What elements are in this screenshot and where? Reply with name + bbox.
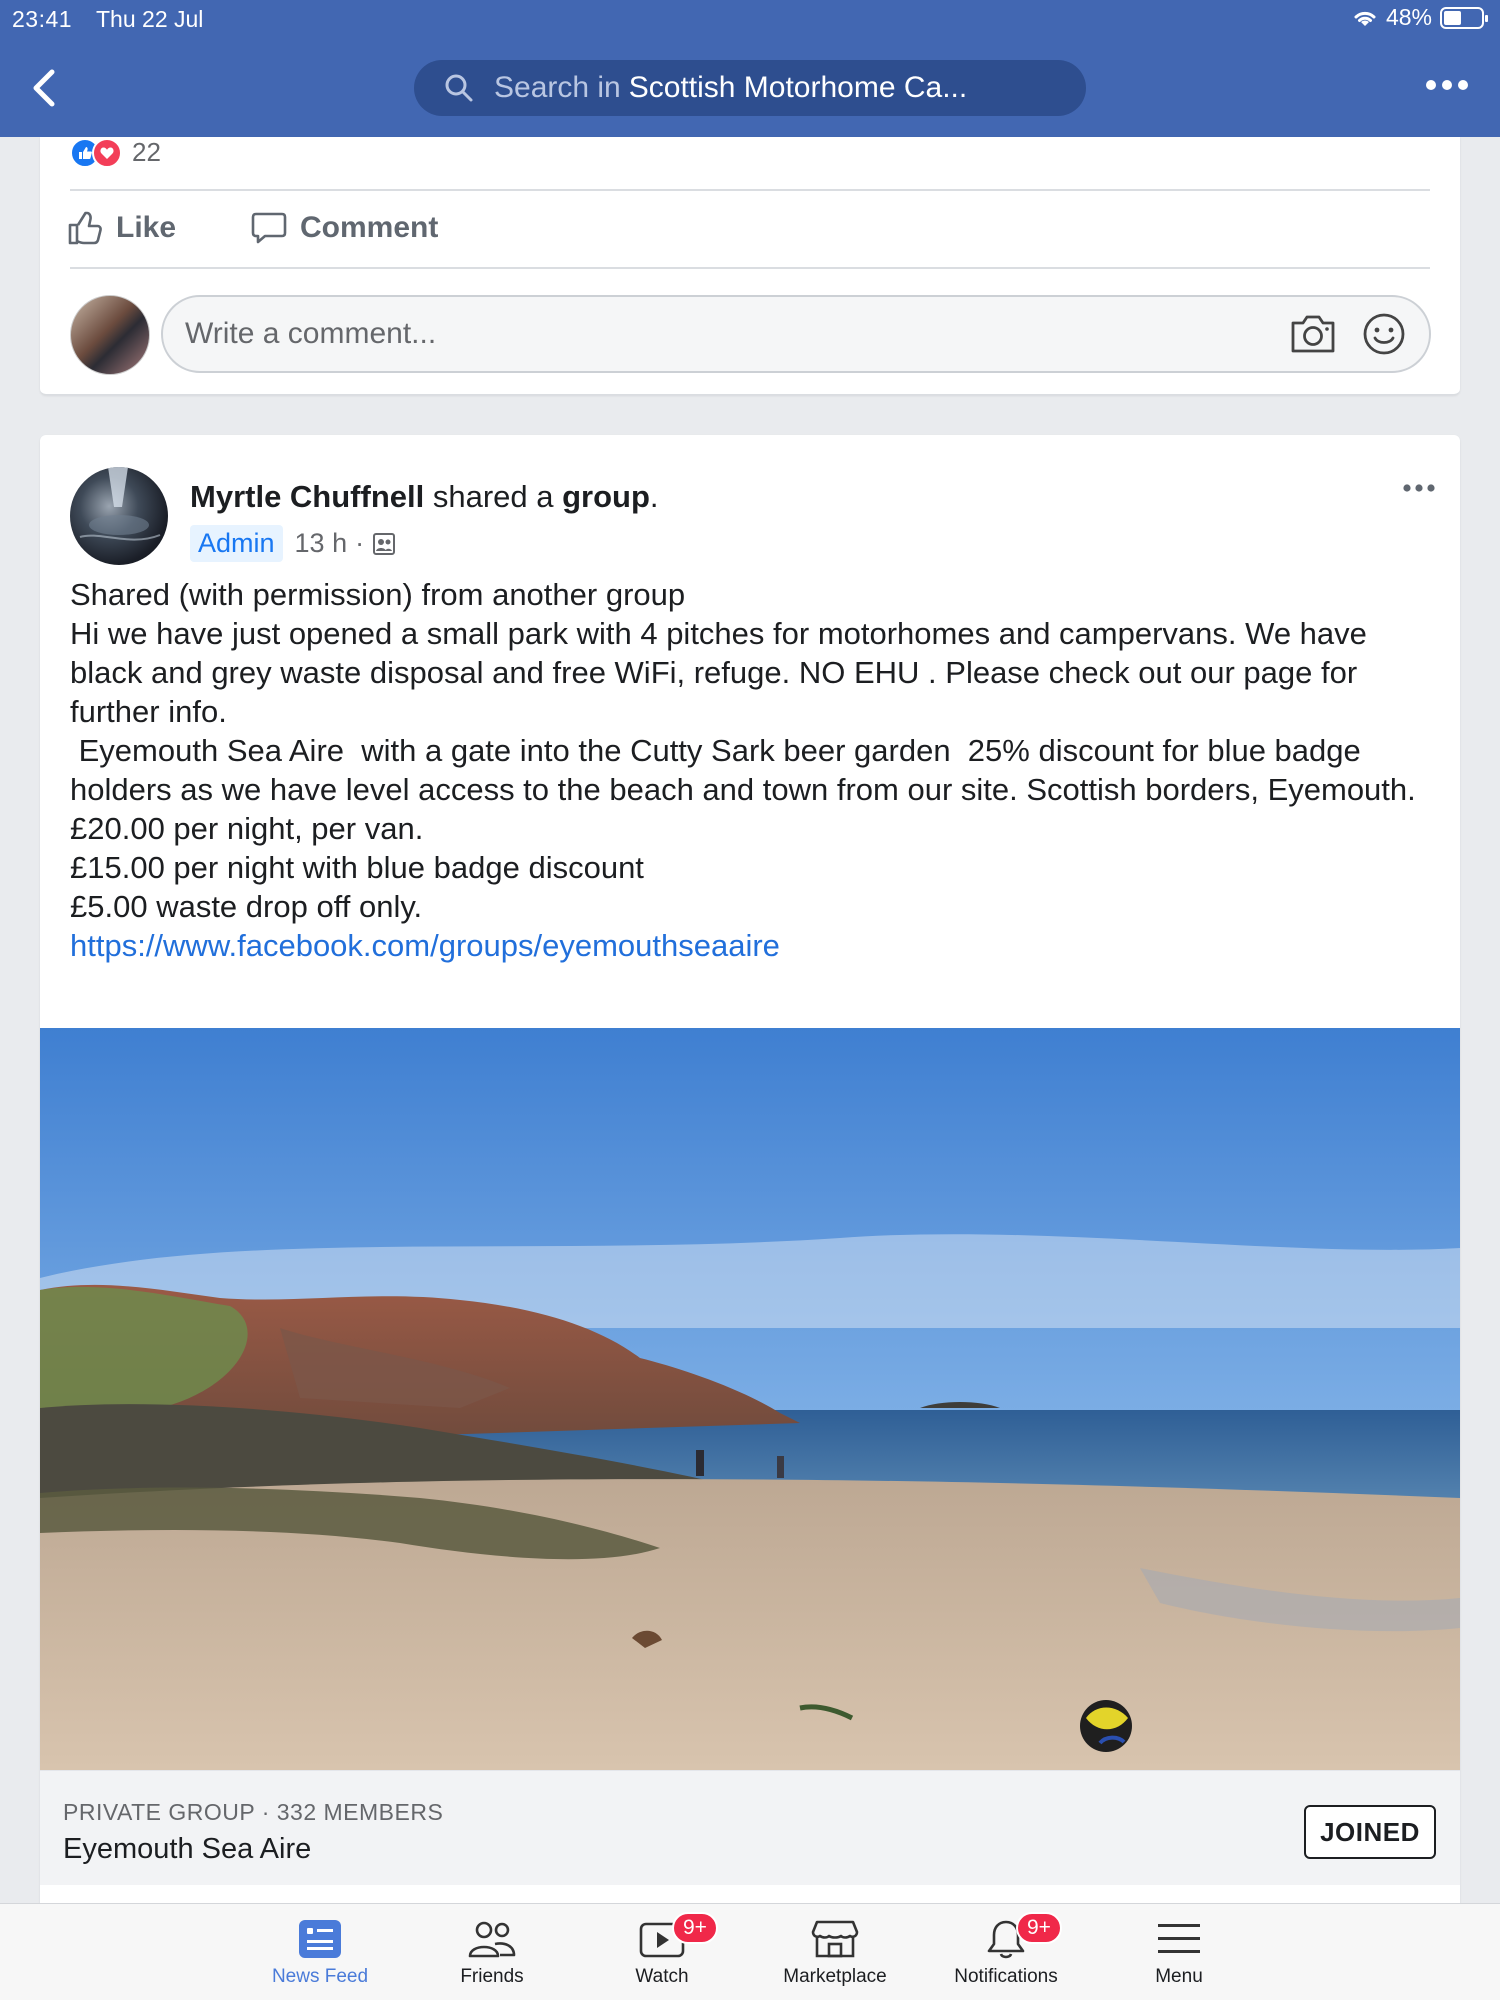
post-body: Shared (with permission) from another gr… xyxy=(70,575,1440,965)
search-icon xyxy=(445,74,473,102)
post-meta: Admin 13 h · xyxy=(190,525,396,562)
tab-label: News Feed xyxy=(271,1966,369,1987)
tab-notifications[interactable]: 9+ Notifications xyxy=(926,1912,1086,1988)
thumbs-up-icon xyxy=(68,211,102,245)
tab-label: Marketplace xyxy=(783,1966,887,1987)
top-navigation-bar: 23:41 Thu 22 Jul 48% Search in Scottish … xyxy=(0,0,1500,137)
meta-separator: · xyxy=(355,528,365,558)
reaction-summary[interactable]: 22 xyxy=(70,137,161,168)
admin-badge: Admin xyxy=(190,525,283,562)
divider xyxy=(70,267,1430,269)
menu-icon xyxy=(1158,1924,1200,1953)
tab-label: Friends xyxy=(460,1966,524,1987)
emoji-icon[interactable] xyxy=(1361,311,1407,357)
post-time[interactable]: 13 h xyxy=(295,528,348,559)
wifi-icon xyxy=(1354,11,1376,26)
author-avatar[interactable] xyxy=(70,467,168,565)
tab-watch[interactable]: 9+ Watch xyxy=(582,1912,742,1988)
search-group-name: Scottish Motorhome Ca... xyxy=(628,71,968,104)
battery-percent: 48% xyxy=(1385,4,1432,30)
shared-action-text: shared a xyxy=(424,479,563,514)
news-feed-icon xyxy=(299,1920,341,1958)
status-date: Thu 22 Jul xyxy=(96,6,204,32)
camera-icon[interactable] xyxy=(1289,311,1337,357)
battery-icon xyxy=(1440,6,1488,29)
write-comment-input[interactable]: Write a comment... xyxy=(161,295,1431,373)
tab-marketplace[interactable]: Marketplace xyxy=(755,1918,915,1988)
current-user-avatar[interactable] xyxy=(70,295,150,375)
status-time: 23:41 xyxy=(12,6,73,32)
search-prefix: Search in xyxy=(494,71,621,104)
shared-object-link[interactable]: group xyxy=(562,479,650,514)
group-privacy-members: PRIVATE GROUP · 332 MEMBERS xyxy=(63,1799,444,1825)
more-options-icon[interactable] xyxy=(1424,78,1470,92)
post-options-icon[interactable] xyxy=(1402,483,1436,493)
notifications-badge: 9+ xyxy=(1016,1912,1062,1944)
group-audience-icon xyxy=(373,532,396,555)
tab-label: Watch xyxy=(635,1966,689,1987)
group-search-input[interactable]: Search in Scottish Motorhome Ca... xyxy=(414,60,1086,116)
tab-news-feed[interactable]: News Feed xyxy=(240,1918,400,1988)
love-reaction-icon xyxy=(92,137,122,168)
author-name[interactable]: Myrtle Chuffnell xyxy=(190,479,424,514)
comment-button[interactable]: Comment xyxy=(250,209,438,247)
post-body-text: Shared (with permission) from another gr… xyxy=(70,577,1416,924)
tab-friends[interactable]: Friends xyxy=(412,1918,572,1988)
watch-badge: 9+ xyxy=(672,1912,718,1944)
previous-post-card: 22 Like Comment Write a comment... xyxy=(40,137,1460,395)
divider xyxy=(70,189,1430,191)
like-label: Like xyxy=(116,211,177,244)
tab-label: Menu xyxy=(1155,1966,1203,1987)
bottom-tab-bar: News Feed Friends 9+ Watch Marketplace 9… xyxy=(0,1903,1500,2000)
tab-menu[interactable]: Menu xyxy=(1099,1918,1259,1988)
shared-group-attachment[interactable]: PRIVATE GROUP · 332 MEMBERS Eyemouth Sea… xyxy=(40,1770,1460,1885)
like-button[interactable]: Like xyxy=(66,209,176,247)
marketplace-icon xyxy=(811,1920,859,1958)
shared-group-post-card: Myrtle Chuffnell shared a group. Admin 1… xyxy=(40,435,1460,1905)
comment-placeholder: Write a comment... xyxy=(185,317,437,350)
beach-photo[interactable] xyxy=(40,1028,1460,1770)
reaction-count: 22 xyxy=(132,137,161,167)
speech-bubble-icon xyxy=(251,212,287,244)
shared-group-name[interactable]: Eyemouth Sea Aire xyxy=(63,1833,311,1866)
header-period: . xyxy=(649,479,659,514)
back-chevron-icon[interactable] xyxy=(26,66,66,110)
post-link[interactable]: https://www.facebook.com/groups/eyemouth… xyxy=(70,928,780,963)
comment-label: Comment xyxy=(300,211,439,244)
status-indicators: 48% xyxy=(1352,4,1488,31)
post-header-text: Myrtle Chuffnell shared a group. xyxy=(190,479,659,515)
friends-icon xyxy=(468,1921,516,1958)
joined-button[interactable]: JOINED xyxy=(1304,1805,1436,1859)
tab-label: Notifications xyxy=(954,1966,1058,1987)
